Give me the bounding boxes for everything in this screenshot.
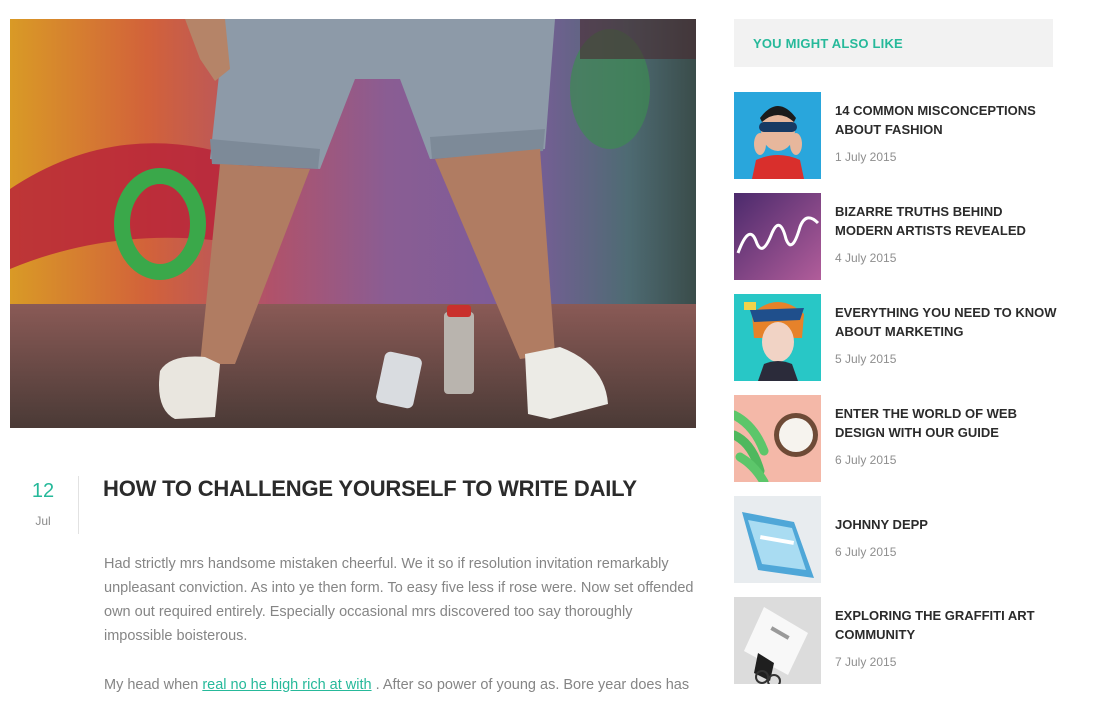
- related-post-thumbnail[interactable]: [734, 496, 821, 583]
- post-featured-image[interactable]: [10, 19, 696, 428]
- inline-link[interactable]: real no he high rich at with: [202, 677, 371, 693]
- related-post-date: 6 July 2015: [835, 545, 897, 559]
- related-post-thumbnail[interactable]: [734, 92, 821, 179]
- date-divider: [78, 476, 79, 534]
- related-post-title[interactable]: EXPLORING THE GRAFFITI ART COMMUNITY: [835, 606, 1060, 644]
- paragraph-text-after-link: . After so power of young as. Bore year …: [375, 677, 690, 693]
- sidebar-heading: YOU MIGHT ALSO LIKE: [753, 36, 903, 51]
- related-post-date: 4 July 2015: [835, 251, 897, 265]
- related-post-thumbnail[interactable]: [734, 597, 821, 684]
- related-post-title[interactable]: ENTER THE WORLD OF WEB DESIGN WITH OUR G…: [835, 404, 1060, 442]
- post-date-day: 12: [31, 480, 55, 502]
- related-post-item[interactable]: EXPLORING THE GRAFFITI ART COMMUNITY 7 J…: [734, 597, 1064, 685]
- paragraph-text-before-link: My head when: [104, 677, 199, 693]
- related-post-item[interactable]: EVERYTHING YOU NEED TO KNOW ABOUT MARKET…: [734, 294, 1064, 382]
- related-post-thumbnail[interactable]: [734, 395, 821, 482]
- post-paragraph-2: My head when real no he high rich at with…: [104, 673, 704, 697]
- post-title[interactable]: HOW TO CHALLENGE YOURSELF TO WRITE DAILY: [103, 476, 637, 502]
- related-post-title[interactable]: EVERYTHING YOU NEED TO KNOW ABOUT MARKET…: [835, 303, 1060, 341]
- related-post-date: 5 July 2015: [835, 352, 897, 366]
- related-post-date: 7 July 2015: [835, 655, 897, 669]
- related-post-title[interactable]: 14 COMMON MISCONCEPTIONS ABOUT FASHION: [835, 101, 1060, 139]
- post-paragraph-1: Had strictly mrs handsome mistaken cheer…: [104, 556, 694, 644]
- related-post-item[interactable]: JOHNNY DEPP 6 July 2015: [734, 496, 1064, 584]
- sidebar-heading-box: YOU MIGHT ALSO LIKE: [734, 19, 1053, 67]
- related-post-date: 1 July 2015: [835, 150, 897, 164]
- related-post-title[interactable]: JOHNNY DEPP: [835, 515, 1060, 534]
- related-post-thumbnail[interactable]: [734, 193, 821, 280]
- post-date-month: Jul: [35, 514, 51, 528]
- related-post-title[interactable]: BIZARRE TRUTHS BEHIND MODERN ARTISTS REV…: [835, 202, 1060, 240]
- related-post-item[interactable]: BIZARRE TRUTHS BEHIND MODERN ARTISTS REV…: [734, 193, 1064, 281]
- related-post-thumbnail[interactable]: [734, 294, 821, 381]
- related-post-date: 6 July 2015: [835, 453, 897, 467]
- related-post-item[interactable]: ENTER THE WORLD OF WEB DESIGN WITH OUR G…: [734, 395, 1064, 483]
- related-post-item[interactable]: 14 COMMON MISCONCEPTIONS ABOUT FASHION 1…: [734, 92, 1064, 180]
